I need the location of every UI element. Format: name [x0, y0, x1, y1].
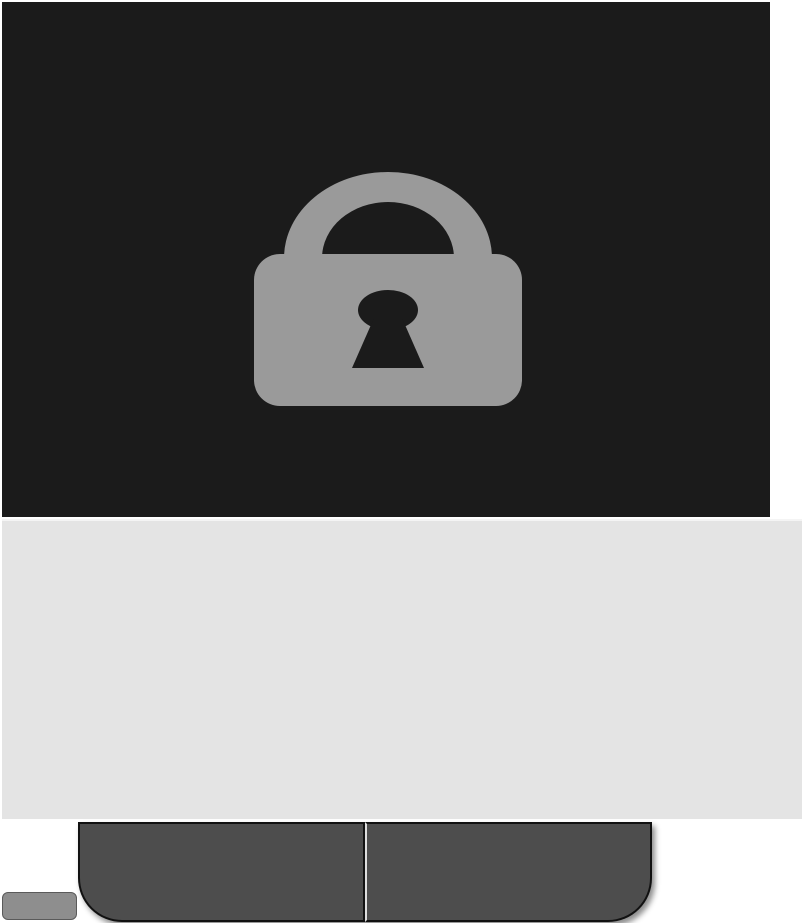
corner-tab-button[interactable]	[2, 892, 77, 920]
left-button[interactable]	[78, 822, 365, 922]
content-area	[2, 519, 802, 819]
lock-icon	[254, 172, 522, 406]
bottom-button-bar	[78, 822, 652, 922]
lock-panel	[2, 2, 770, 517]
screen	[0, 0, 804, 923]
right-button[interactable]	[365, 822, 652, 922]
